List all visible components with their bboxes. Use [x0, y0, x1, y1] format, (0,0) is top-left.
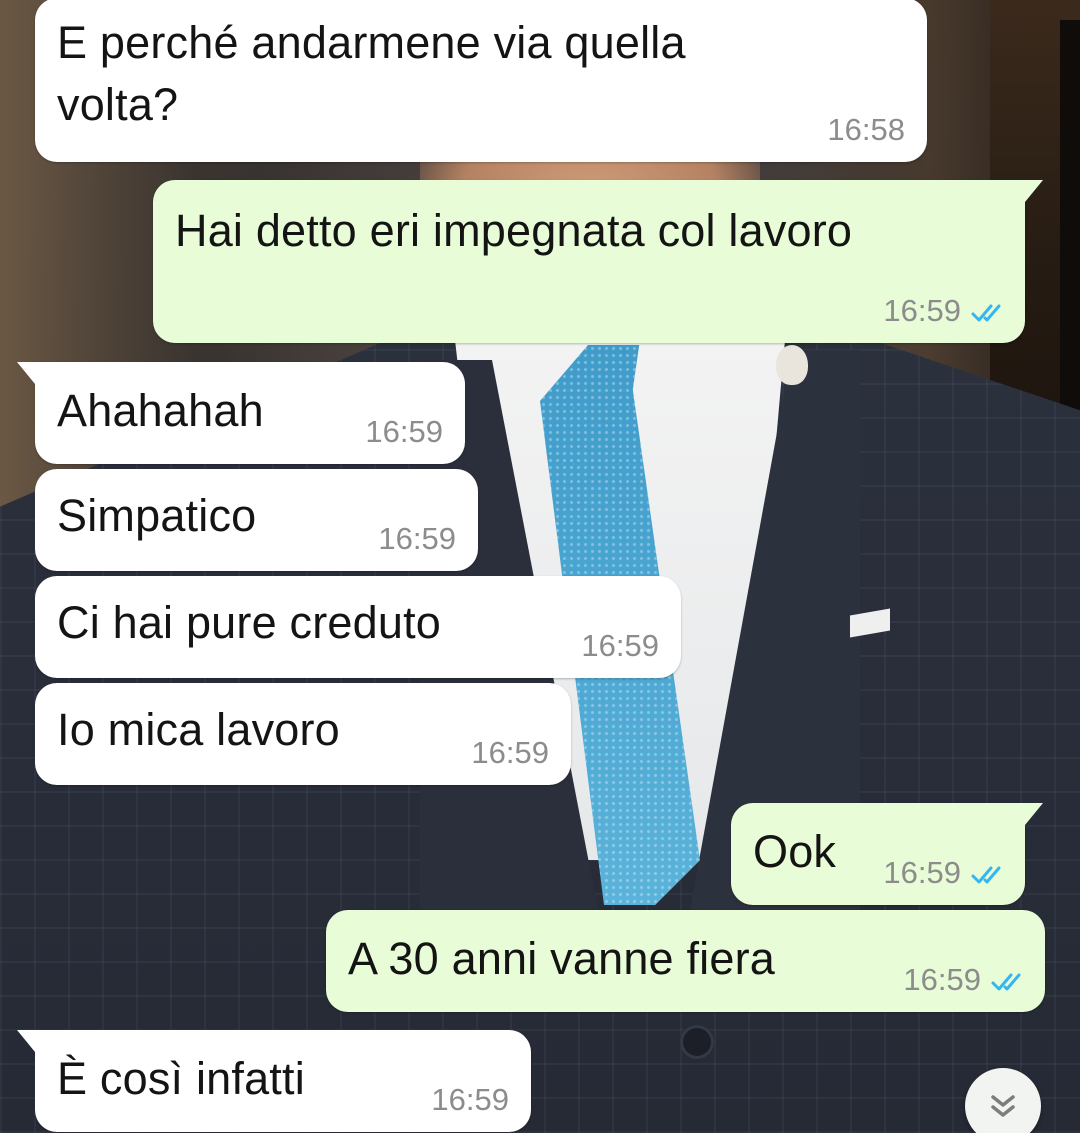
message-bubble-incoming[interactable]: Simpatico 16:59: [35, 469, 478, 571]
message-bubble-incoming[interactable]: E perché andarmene via quella volta? 16:…: [35, 0, 927, 162]
double-check-icon: [971, 864, 1007, 886]
message-meta: 16:59: [365, 412, 443, 452]
message-time: 16:59: [471, 735, 549, 770]
double-check-icon: [971, 302, 1007, 324]
message-meta: 16:59: [471, 733, 549, 773]
message-bubble-incoming[interactable]: Io mica lavoro 16:59: [35, 683, 571, 785]
message-text: Simpatico: [57, 490, 257, 541]
message-text: E perché andarmene via quella volta?: [57, 17, 686, 130]
message-time: 16:59: [431, 1082, 509, 1117]
message-time: 16:58: [827, 112, 905, 147]
message-bubble-incoming[interactable]: Ci hai pure creduto 16:59: [35, 576, 681, 678]
message-meta: 16:59: [378, 519, 456, 559]
message-bubble-outgoing[interactable]: A 30 anni vanne fiera 16:59: [326, 910, 1045, 1012]
message-bubble-outgoing[interactable]: Hai detto eri impegnata col lavoro 16:59: [153, 180, 1043, 343]
message-meta: 16:59: [883, 291, 1007, 331]
message-time: 16:59: [581, 628, 659, 663]
message-bubble-incoming[interactable]: È così infatti 16:59: [17, 1030, 531, 1132]
message-time: 16:59: [378, 521, 456, 556]
message-text: Io mica lavoro: [57, 704, 340, 755]
message-text: Ahahahah: [57, 385, 264, 436]
message-meta: 16:59: [903, 960, 1027, 1000]
message-text: A 30 anni vanne fiera: [348, 933, 776, 984]
message-meta: 16:59: [431, 1080, 509, 1120]
message-time: 16:59: [883, 855, 961, 890]
message-meta: 16:59: [581, 626, 659, 666]
message-time: 16:59: [365, 414, 443, 449]
message-time: 16:59: [883, 293, 961, 328]
message-text: È così infatti: [57, 1053, 305, 1104]
message-bubble-incoming[interactable]: Ahahahah 16:59: [17, 362, 465, 464]
message-text: Ci hai pure creduto: [57, 597, 442, 648]
double-check-icon: [991, 971, 1027, 993]
message-text: Hai detto eri impegnata col lavoro: [175, 205, 853, 256]
message-bubble-outgoing[interactable]: Ook 16:59: [731, 803, 1043, 905]
chat-screen: E perché andarmene via quella volta? 16:…: [0, 0, 1080, 1133]
message-meta: 16:58: [827, 110, 905, 150]
message-text: Ook: [753, 826, 837, 877]
message-meta: 16:59: [883, 853, 1007, 893]
message-time: 16:59: [903, 962, 981, 997]
